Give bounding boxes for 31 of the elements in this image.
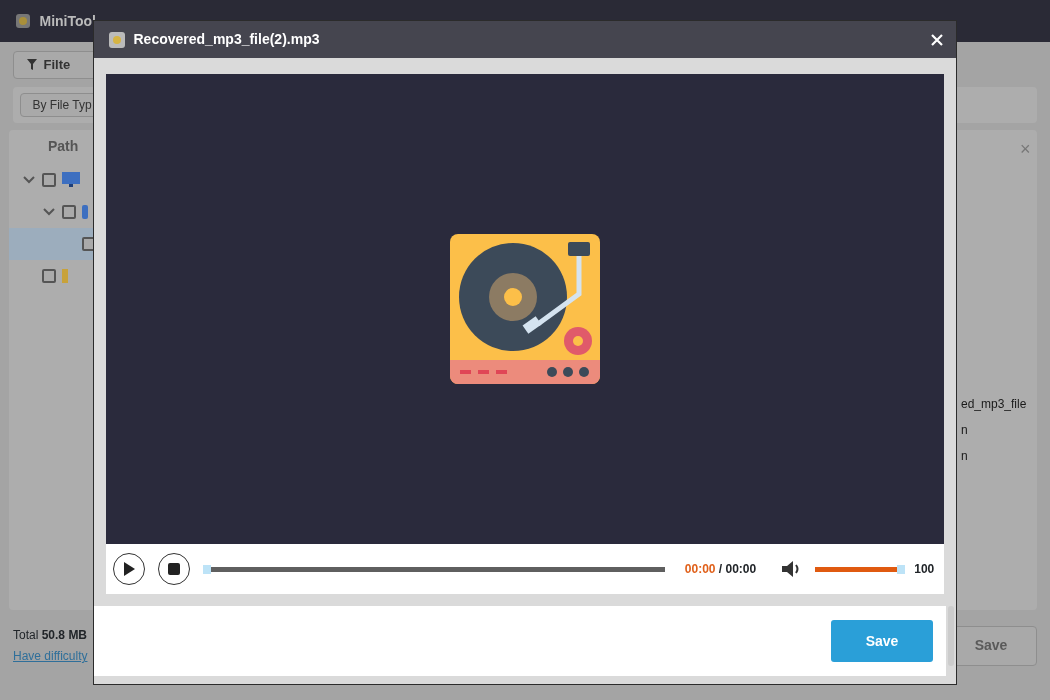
chevron-icon[interactable] bbox=[43, 207, 55, 216]
dialog-title: Recovered_mp3_file(2).mp3 bbox=[133, 30, 321, 49]
stop-icon bbox=[167, 563, 180, 575]
app-title: MiniTool bbox=[39, 11, 96, 31]
drive-icon bbox=[82, 204, 88, 219]
monitor-icon bbox=[62, 171, 80, 188]
play-icon bbox=[122, 562, 135, 576]
checkbox[interactable] bbox=[61, 204, 76, 219]
time-readout: 00:00 / 00:00 bbox=[684, 561, 757, 578]
close-icon[interactable]: × bbox=[1020, 136, 1031, 163]
folder-icon bbox=[62, 268, 68, 283]
stop-button[interactable] bbox=[157, 553, 190, 585]
detail-text: ed_mp3_file bbox=[961, 396, 1027, 413]
play-button[interactable] bbox=[112, 553, 145, 585]
column-header: Path bbox=[48, 138, 79, 154]
help-link[interactable]: Have difficulty bbox=[13, 647, 88, 666]
detail-text: n bbox=[961, 448, 968, 465]
volume-slider[interactable] bbox=[815, 566, 902, 572]
detail-text: n bbox=[961, 422, 968, 439]
filter-icon bbox=[27, 59, 37, 70]
checkbox[interactable] bbox=[41, 172, 56, 187]
volume-value: 100 bbox=[914, 561, 935, 578]
seek-slider[interactable] bbox=[202, 566, 666, 572]
save-button[interactable]: Save bbox=[831, 620, 933, 662]
app-logo-icon bbox=[107, 29, 127, 50]
chevron-icon[interactable] bbox=[23, 175, 35, 184]
checkbox[interactable] bbox=[41, 268, 56, 283]
total-size-text: Total 50.8 MB bbox=[13, 626, 88, 644]
app-logo-icon bbox=[13, 11, 33, 31]
turntable-icon bbox=[450, 234, 600, 384]
close-icon[interactable] bbox=[931, 33, 943, 46]
